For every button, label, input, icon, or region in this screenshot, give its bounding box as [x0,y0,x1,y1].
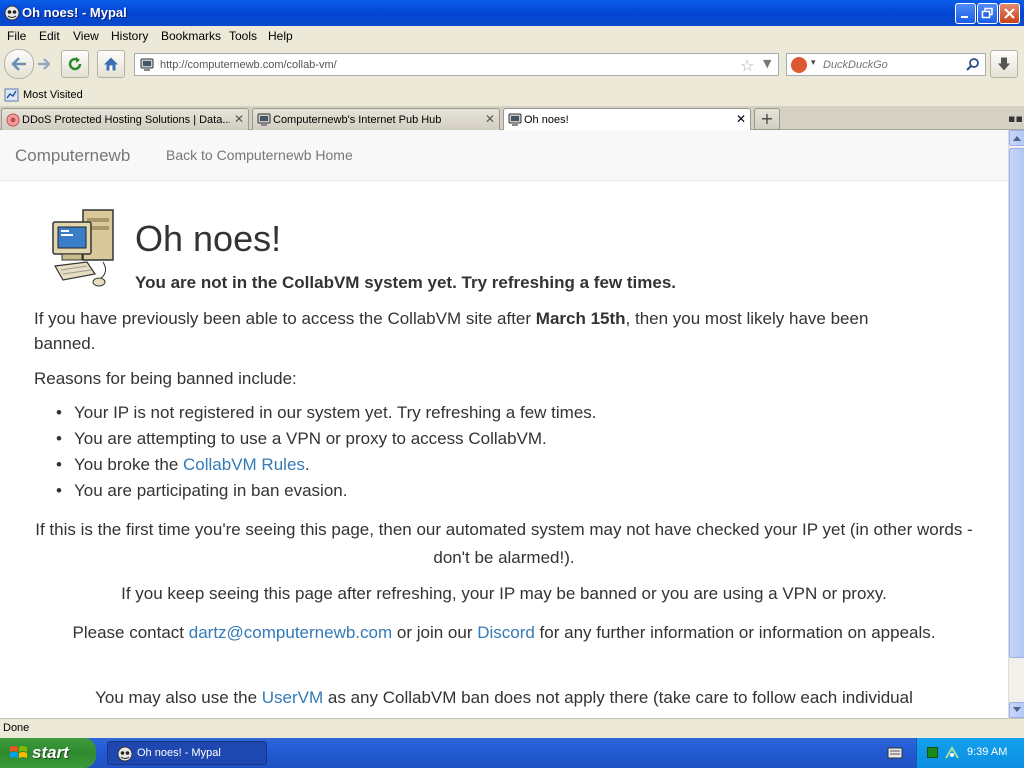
restore-icon [981,7,993,19]
site-brand-link[interactable]: Computernewb [15,146,130,166]
download-arrow-icon [998,57,1010,71]
uservm-link[interactable]: UserVM [262,688,323,707]
window-titlebar[interactable]: Oh noes! - Mypal [0,0,1024,26]
windows-flag-icon [10,746,27,758]
site-navbar: Computernewb Back to Computernewb Home [0,130,1008,181]
system-tray: 9:39 AM [916,738,1024,768]
tab-label: Oh noes! [524,114,569,126]
navigation-toolbar: http://computernewb.com/collab-vm/ ☆ ▼ ▾ [0,46,1024,82]
minimize-button[interactable] [955,3,976,24]
list-item: You are participating in ban evasion. [56,478,597,504]
tab-label: DDoS Protected Hosting Solutions | Data.… [22,114,230,126]
tab-close-icon[interactable]: ✕ [485,112,495,126]
menu-bar: File Edit View History Bookmarks Tools H… [0,26,1024,46]
contact-email-link[interactable]: dartz@computernewb.com [189,623,392,642]
menu-bookmarks[interactable]: Bookmarks [161,29,221,43]
network-icon[interactable] [944,746,960,760]
url-bar[interactable]: http://computernewb.com/collab-vm/ ☆ ▼ [134,53,779,76]
tab-label: Computernewb's Internet Pub Hub [273,114,442,126]
tray-app-icon[interactable] [927,747,938,758]
reload-icon [68,57,82,71]
date-emphasis: March 15th [535,309,626,328]
bookmark-most-visited[interactable]: Most Visited [23,89,83,101]
url-dropdown-icon[interactable]: ▼ [763,57,771,70]
menu-edit[interactable]: Edit [39,29,60,43]
close-window-button[interactable] [999,3,1020,24]
chevron-down-icon [1013,707,1021,712]
status-bar: Done [0,718,1024,738]
page-subtitle: You are not in the CollabVM system yet. … [135,273,676,292]
tab-list-icon[interactable]: ▪▪ [1008,112,1023,125]
bookmark-star-icon[interactable]: ☆ [740,56,754,75]
back-arrow-icon [11,57,26,71]
scroll-up-button[interactable] [1009,130,1024,146]
list-item: You are attempting to use a VPN or proxy… [56,426,597,452]
tab-strip: DDoS Protected Hosting Solutions | Data.… [0,106,1024,131]
windows-taskbar: start Oh noes! - Mypal 9:39 AM [0,738,1024,768]
computernewb-favicon [257,113,271,126]
collabvm-rules-link[interactable]: CollabVM Rules [183,455,305,474]
reasons-list: Your IP is not registered in our system … [56,400,597,504]
computer-illustration [52,209,114,287]
list-item: Your IP is not registered in our system … [56,400,596,426]
restore-button[interactable] [977,3,998,24]
computernewb-favicon [508,113,522,126]
menu-file[interactable]: File [7,29,26,43]
site-identity-icon [140,58,154,71]
bookmarks-toolbar: Most Visited [0,84,1024,106]
ddos-site-favicon [6,113,20,127]
scroll-thumb[interactable] [1009,148,1024,658]
mypal-app-icon [4,5,20,21]
start-label: start [32,743,69,762]
minimize-icon [961,16,968,18]
ban-explanation-paragraph: If you have previously been able to acce… [34,309,869,353]
scroll-down-button[interactable] [1009,702,1024,718]
home-button[interactable] [97,50,125,78]
uservm-paragraph: You may also use the UserVM as any Colla… [95,688,913,707]
search-icon[interactable] [966,57,980,71]
tab-computernewb-pub-hub[interactable]: Computernewb's Internet Pub Hub ✕ [252,108,500,130]
keyboard-icon[interactable] [887,747,903,759]
url-text[interactable]: http://computernewb.com/collab-vm/ [160,59,337,71]
window-title: Oh noes! - Mypal [22,5,127,20]
forward-arrow-icon [38,58,51,70]
most-visited-icon[interactable] [4,87,20,103]
search-engine-dropdown-icon[interactable]: ▾ [811,58,816,68]
tab-close-icon[interactable]: ✕ [234,112,244,126]
back-button[interactable] [4,49,34,79]
page-content: Computernewb Back to Computernewb Home O… [0,130,1008,718]
taskbar-item-mypal[interactable]: Oh noes! - Mypal [107,741,267,765]
taskbar-clock: 9:39 AM [967,746,1008,758]
page-title: Oh noes! [135,218,282,259]
first-time-paragraph: If this is the first time you're seeing … [35,520,973,567]
close-icon [1004,8,1015,19]
back-to-home-link[interactable]: Back to Computernewb Home [166,147,353,163]
page-scrollbar[interactable] [1008,130,1024,718]
search-input[interactable] [823,57,958,72]
taskbar-item-label: Oh noes! - Mypal [137,747,221,759]
home-icon [104,57,118,71]
tab-ddos-hosting[interactable]: DDoS Protected Hosting Solutions | Data.… [1,108,249,130]
contact-paragraph: Please contact dartz@computernewb.com or… [72,623,936,642]
status-text: Done [3,722,30,734]
duckduckgo-icon[interactable] [791,57,807,73]
search-bar[interactable]: ▾ [786,53,986,76]
menu-view[interactable]: View [73,29,99,43]
chevron-up-icon [1013,136,1021,141]
list-item: You broke the CollabVM Rules. [56,452,597,478]
discord-link[interactable]: Discord [477,623,535,642]
menu-history[interactable]: History [111,29,148,43]
tab-close-icon[interactable]: ✕ [736,112,746,126]
new-tab-button[interactable]: + [754,108,780,130]
forward-button[interactable] [34,50,54,78]
keep-seeing-paragraph: If you keep seeing this page after refre… [121,584,887,603]
menu-help[interactable]: Help [268,29,293,43]
reasons-intro: Reasons for being banned include: [34,369,297,388]
downloads-button[interactable] [990,50,1018,78]
reload-button[interactable] [61,50,89,78]
tab-oh-noes[interactable]: Oh noes! ✕ [503,108,751,131]
mypal-app-icon [117,746,133,762]
menu-tools[interactable]: Tools [229,29,257,43]
start-button[interactable]: start [0,738,96,768]
